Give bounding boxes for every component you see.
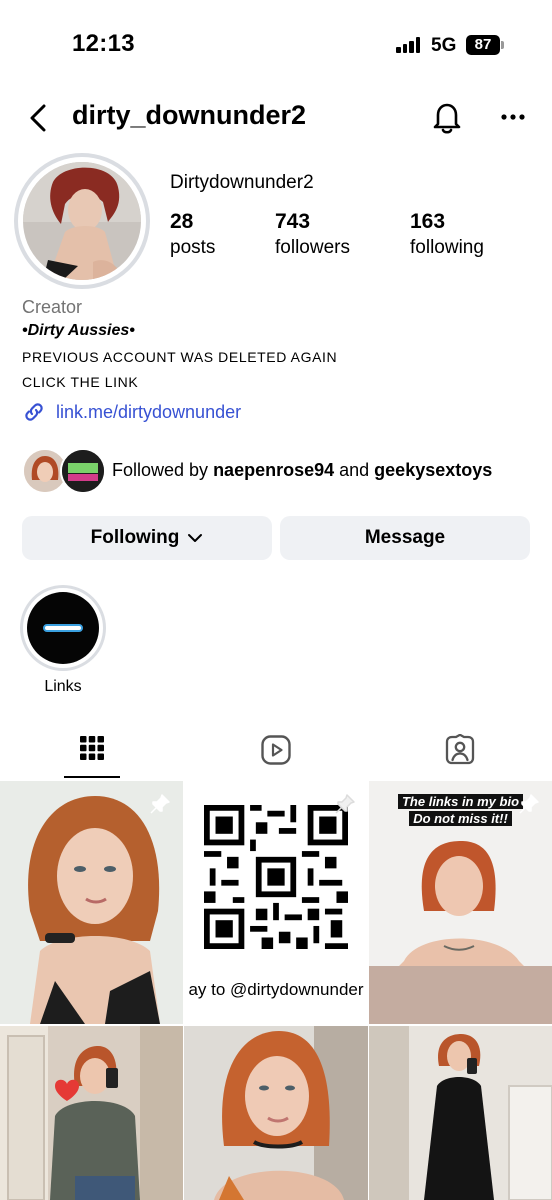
cellular-signal-icon (396, 37, 422, 53)
profile-header: dirty_downunder2 (0, 90, 552, 146)
post-thumbnail-5[interactable] (184, 1026, 368, 1200)
following-count: 163 (410, 210, 446, 233)
qr-caption: ay to @dirtydownunder (188, 980, 364, 999)
post-thumbnail-3[interactable]: The links in my bio Do not miss it!! (369, 781, 552, 1024)
post-thumbnail-6[interactable] (369, 1026, 552, 1200)
posts-stat[interactable]: 28 posts (170, 210, 215, 259)
pinned-icon (150, 794, 170, 814)
followers-label: followers (275, 237, 350, 258)
battery-level: 87 (466, 35, 500, 55)
following-button-label: Following (90, 527, 180, 548)
followers-stat[interactable]: 743 followers (275, 210, 350, 259)
bio-line-2: PREVIOUS ACCOUNT WAS DELETED AGAIN (22, 349, 338, 365)
mutual-user-2[interactable]: geekysextoys (374, 460, 492, 480)
pinned-icon (335, 794, 355, 814)
following-button[interactable]: Following (22, 516, 272, 560)
qr-code (204, 805, 348, 949)
more-options-button[interactable] (496, 102, 530, 132)
back-button[interactable] (22, 98, 54, 138)
network-type: 5G (431, 35, 457, 56)
post-thumbnail-4[interactable] (0, 1026, 183, 1200)
post-thumbnail-1[interactable] (0, 781, 183, 1024)
active-tab-indicator (64, 776, 120, 778)
pinned-icon (519, 794, 539, 814)
bio-link-text: link.me/dirtydownunder (56, 401, 242, 422)
mutual-user-1[interactable]: naepenrose94 (213, 460, 334, 480)
followers-count: 743 (275, 210, 311, 233)
mutual-avatar-2 (60, 448, 106, 494)
reels-icon (261, 735, 291, 765)
chevron-down-icon (188, 534, 203, 542)
bio-link[interactable]: link.me/dirtydownunder (22, 400, 241, 424)
status-time: 12:13 (72, 30, 135, 57)
bio-line-3: CLICK THE LINK (22, 374, 139, 390)
chevron-left-icon (30, 104, 46, 132)
post-thumbnail-2[interactable]: ay to @dirtydownunder (184, 781, 368, 1024)
profile-avatar-ring[interactable] (14, 153, 150, 289)
bell-icon (433, 103, 461, 134)
mutual-followers[interactable]: Followed by naepenrose94 and geekysextoy… (22, 448, 542, 496)
grid-icon (80, 736, 104, 760)
followed-by-text: Followed by naepenrose94 and geekysextoy… (112, 460, 493, 480)
following-label: following (410, 237, 484, 258)
highlight-cover (27, 592, 99, 664)
display-name: Dirtydownunder2 (170, 172, 314, 193)
tab-reels[interactable] (184, 728, 368, 778)
tab-tagged[interactable] (368, 728, 552, 778)
message-button[interactable]: Message (280, 516, 530, 560)
notifications-button[interactable] (428, 98, 466, 136)
tagged-icon (445, 734, 475, 765)
avatar (23, 162, 141, 280)
link-icon (25, 403, 43, 421)
profile-username: dirty_downunder2 (72, 100, 307, 130)
message-button-label: Message (364, 527, 446, 548)
highlight-label: Links (44, 678, 82, 695)
profile-category: Creator (22, 297, 83, 317)
tab-grid[interactable] (0, 728, 184, 778)
status-bar: 12:13 5G 87 (0, 0, 552, 90)
overlay-line-2: Do not miss it!! (409, 811, 512, 826)
battery-icon: 87 (466, 35, 504, 55)
overlay-line-1: The links in my bio (397, 794, 524, 809)
following-stat[interactable]: 163 following (410, 210, 484, 259)
posts-count: 28 (170, 210, 194, 233)
more-icon (501, 114, 525, 120)
bio-line-1: •Dirty Aussies• (22, 322, 135, 339)
highlight-links[interactable] (20, 585, 106, 671)
posts-label: posts (170, 237, 216, 258)
